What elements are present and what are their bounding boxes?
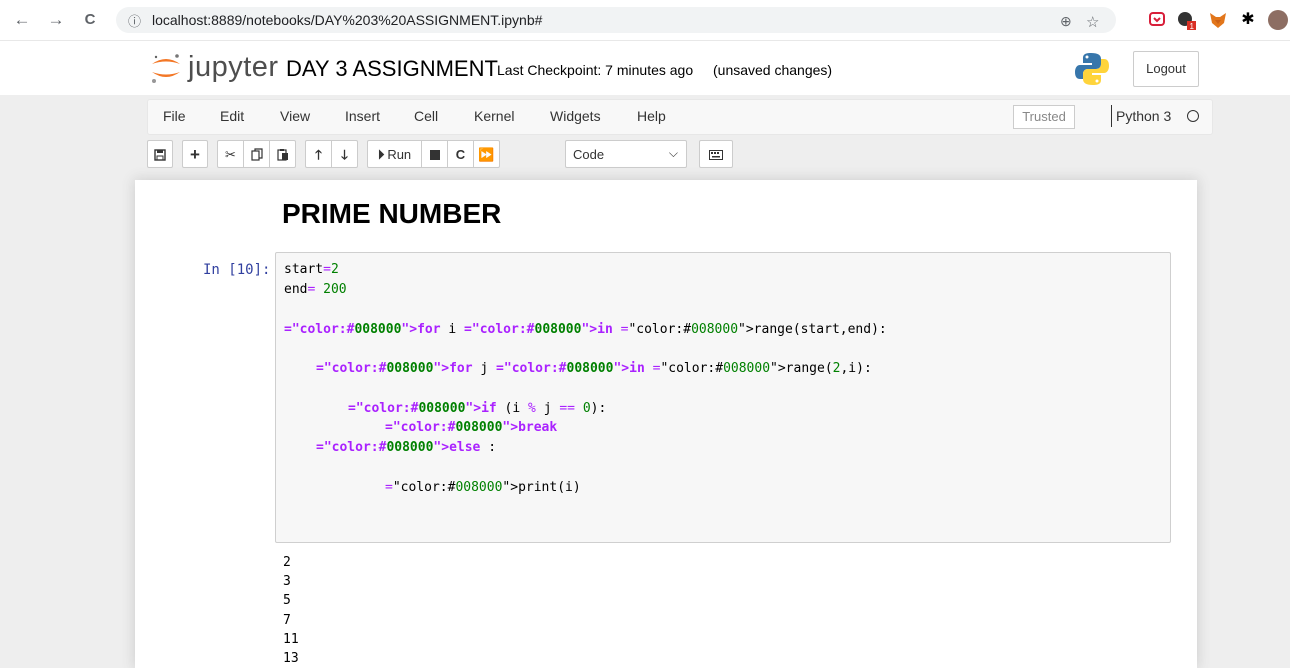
output-line: 5	[283, 593, 291, 608]
chevron-down-icon: ⌵	[668, 146, 678, 160]
restart-run-all-button[interactable]: ⏩	[473, 140, 500, 168]
move-up-button[interactable]: 🡑	[305, 140, 332, 168]
run-label: Run	[387, 147, 412, 162]
logout-button[interactable]: Logout	[1133, 51, 1199, 87]
menu-widgets[interactable]: Widgets	[550, 108, 601, 124]
insert-cell-button[interactable]: +	[182, 140, 208, 168]
last-checkpoint: Last Checkpoint: 7 minutes ago	[497, 62, 694, 78]
save-button[interactable]	[147, 140, 173, 168]
markdown-heading[interactable]: PRIME NUMBER	[282, 198, 501, 230]
cut-button[interactable]: ✂	[217, 140, 244, 168]
output-line: 3	[283, 574, 291, 589]
copy-button[interactable]	[243, 140, 270, 168]
code-cell-input[interactable]: start=2 end= 200 ="color:#008000">for i …	[275, 252, 1171, 543]
paste-icon	[276, 149, 288, 161]
keyboard-icon	[709, 150, 723, 160]
profile-avatar[interactable]	[1268, 10, 1288, 30]
jupyter-logo-icon[interactable]	[148, 50, 184, 86]
code-line: end= 200	[284, 282, 347, 297]
output-line: 11	[283, 632, 299, 647]
run-button[interactable]: ⏵ Run	[367, 140, 422, 168]
arrow-up-icon: 🡑	[315, 147, 322, 162]
restart-button[interactable]: C	[447, 140, 474, 168]
python-logo-icon	[1074, 51, 1110, 87]
metamask-fox-icon[interactable]	[1208, 10, 1228, 30]
notebook-toolbar: + ✂ 🡑 🡓 ⏵ Run C ⏩ Code ⌵	[147, 140, 747, 172]
browser-toolbar: ← → C ⓘ localhost:8889/notebooks/DAY%203…	[0, 0, 1290, 41]
fast-forward-icon: ⏩	[478, 147, 495, 162]
code-line: ="color:#008000">for j ="color:#008000">…	[316, 361, 872, 376]
notebook-container: PRIME NUMBER In [10]: start=2 end= 200 =…	[135, 180, 1197, 668]
menu-file[interactable]: File	[163, 108, 186, 124]
jupyter-header: jupyter DAY 3 ASSIGNMENT Last Checkpoint…	[0, 41, 1290, 95]
output-line: 7	[283, 613, 291, 628]
copy-icon	[250, 148, 263, 161]
scissors-icon: ✂	[225, 147, 236, 162]
menu-help[interactable]: Help	[637, 108, 666, 124]
address-bar[interactable]: ⓘ localhost:8889/notebooks/DAY%203%20ASS…	[116, 7, 1116, 33]
code-line: start=2	[284, 262, 339, 277]
forward-button[interactable]: →	[44, 8, 68, 32]
site-info-icon[interactable]: ⓘ	[128, 11, 141, 30]
menu-insert[interactable]: Insert	[345, 108, 380, 124]
restart-icon: C	[455, 147, 466, 162]
code-line: ="color:#008000">print(i)	[385, 480, 581, 495]
plus-icon: +	[190, 145, 200, 164]
code-line: ="color:#008000">break	[385, 420, 558, 435]
menu-view[interactable]: View	[280, 108, 310, 124]
trusted-indicator[interactable]: Trusted	[1013, 105, 1075, 129]
kernel-name[interactable]: Python 3	[1116, 108, 1171, 124]
code-line: ="color:#008000">for i ="color:#008000">…	[284, 322, 887, 337]
svg-text:1: 1	[1190, 22, 1195, 30]
menu-kernel[interactable]: Kernel	[474, 108, 514, 124]
step-forward-icon: ⏵	[377, 147, 385, 162]
autosave-status: (unsaved changes)	[713, 62, 833, 78]
puzzle-icon[interactable]: ✱	[1238, 10, 1258, 30]
output-line: 13	[283, 651, 299, 666]
menu-edit[interactable]: Edit	[220, 108, 244, 124]
menubar: File Edit View Insert Cell Kernel Widget…	[147, 99, 1213, 135]
jupyter-wordmark[interactable]: jupyter	[188, 51, 279, 84]
cell-type-select[interactable]: Code ⌵	[565, 140, 687, 168]
kernel-idle-indicator-icon	[1187, 110, 1199, 122]
menu-cell[interactable]: Cell	[414, 108, 438, 124]
arrow-down-icon: 🡓	[341, 147, 348, 162]
save-icon	[154, 149, 166, 161]
cell-type-value: Code	[573, 147, 605, 162]
back-button[interactable]: ←	[10, 8, 34, 32]
paste-button[interactable]	[269, 140, 296, 168]
stop-icon	[429, 150, 440, 160]
kernel-divider	[1111, 105, 1112, 127]
url-text[interactable]: localhost:8889/notebooks/DAY%203%20ASSIG…	[152, 12, 542, 28]
move-down-button[interactable]: 🡓	[331, 140, 358, 168]
input-prompt: In [10]:	[203, 262, 271, 278]
extension-badge-icon[interactable]: 1	[1176, 10, 1196, 31]
output-line: 2	[283, 555, 291, 570]
pocket-extension-icon[interactable]	[1147, 10, 1167, 30]
bookmark-star-icon[interactable]: ☆	[1086, 13, 1099, 31]
code-line: ="color:#008000">if (i % j == 0):	[348, 401, 607, 416]
zoom-icon[interactable]: ⊕	[1060, 13, 1072, 30]
command-palette-button[interactable]	[699, 140, 733, 168]
code-line: ="color:#008000">else :	[316, 440, 497, 455]
notebook-name[interactable]: DAY 3 ASSIGNMENT	[286, 56, 498, 82]
interrupt-button[interactable]	[421, 140, 448, 168]
reload-button[interactable]: C	[78, 8, 102, 32]
